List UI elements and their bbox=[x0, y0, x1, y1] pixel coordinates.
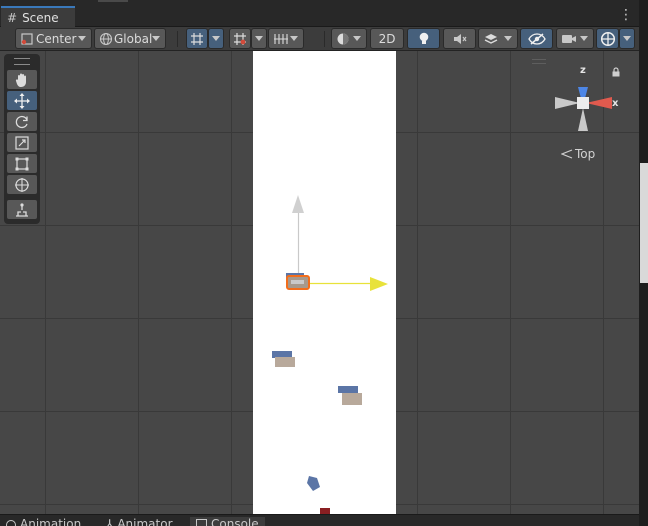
tool-palette bbox=[4, 54, 40, 224]
chevron-down-icon bbox=[504, 36, 512, 41]
grid-snapping-dropdown[interactable] bbox=[208, 28, 224, 49]
scene-objects-layer bbox=[272, 195, 388, 514]
tab-console[interactable]: Console bbox=[190, 517, 265, 526]
scene-object-top bbox=[272, 351, 292, 358]
chevron-down-icon bbox=[580, 36, 588, 41]
move-arrows-icon bbox=[14, 92, 30, 109]
animator-icon: ⅄ bbox=[106, 517, 114, 526]
scene-visibility-toggle[interactable] bbox=[520, 28, 553, 49]
pivot-mode-label: Center bbox=[36, 31, 77, 46]
move-handle-y-arrow bbox=[292, 195, 304, 213]
move-handle-x-arrow bbox=[370, 277, 388, 291]
scale-tool-button[interactable] bbox=[7, 133, 37, 152]
transform-tool-button[interactable] bbox=[7, 175, 37, 194]
chevron-down-icon bbox=[152, 36, 160, 41]
window-strip bbox=[98, 0, 128, 2]
audio-toggle[interactable] bbox=[443, 28, 476, 49]
custom-tool-button[interactable] bbox=[7, 200, 37, 219]
rect-transform-icon bbox=[15, 157, 29, 170]
grid-snapping-toggle[interactable] bbox=[186, 28, 208, 49]
lightbulb-icon bbox=[419, 32, 428, 44]
eye-slash-icon bbox=[527, 32, 546, 45]
scene-object bbox=[342, 393, 362, 405]
move-tool-button[interactable] bbox=[7, 91, 37, 110]
lock-icon[interactable] bbox=[611, 67, 621, 77]
tab-animator[interactable]: ⅄ Animator bbox=[106, 517, 173, 526]
rect-tool-button[interactable] bbox=[7, 154, 37, 173]
globe-icon bbox=[99, 32, 113, 45]
gizmo-axis-x-cone bbox=[586, 97, 612, 109]
chevron-down-icon bbox=[290, 36, 298, 41]
effects-dropdown[interactable] bbox=[478, 28, 518, 49]
grid-settings-icon bbox=[274, 33, 288, 44]
chevron-down-icon bbox=[353, 36, 361, 41]
tab-animation[interactable]: Animation bbox=[6, 517, 81, 526]
perspective-icon bbox=[561, 149, 573, 159]
bottom-tab-bar: Animation ⅄ Animator Console bbox=[0, 514, 639, 526]
transform-icon bbox=[15, 177, 29, 192]
space-mode-dropdown[interactable]: Global bbox=[94, 28, 166, 49]
console-icon bbox=[196, 519, 207, 526]
tool-palette-grip[interactable] bbox=[14, 58, 30, 65]
view-label: Top bbox=[575, 147, 596, 161]
pivot-mode-dropdown[interactable]: Center bbox=[15, 28, 92, 49]
scale-icon bbox=[15, 135, 29, 150]
more-options-icon[interactable]: ⋮ bbox=[619, 6, 633, 24]
gizmo-center-cube bbox=[577, 97, 589, 109]
rotate-tool-button[interactable] bbox=[7, 112, 37, 131]
increment-snap-dropdown[interactable] bbox=[251, 28, 267, 49]
grid-settings-dropdown[interactable] bbox=[268, 28, 304, 49]
tab-animation-label: Animation bbox=[20, 517, 82, 526]
scene-object-top bbox=[338, 386, 358, 393]
chevron-down-icon bbox=[623, 36, 631, 41]
gizmo-axis-x-label: x bbox=[612, 98, 619, 109]
mode-2d-label: 2D bbox=[378, 31, 396, 46]
gizmo-axis-z-label: z bbox=[580, 65, 586, 76]
right-panel-preview bbox=[640, 163, 648, 283]
gizmo-drag-handle[interactable] bbox=[532, 59, 546, 64]
scene-toolbar: Center Global 2D bbox=[0, 27, 639, 51]
gizmo-globe-icon bbox=[600, 31, 615, 46]
chevron-down-icon bbox=[255, 36, 263, 41]
custom-tool-icon bbox=[16, 202, 28, 217]
chevron-down-icon bbox=[78, 36, 86, 41]
chevron-down-icon bbox=[212, 36, 220, 41]
gizmo-axis-neg-z-cone bbox=[578, 108, 588, 131]
tab-bar: # Scene ⋮ bbox=[0, 0, 648, 27]
shaded-sphere-icon bbox=[337, 33, 349, 44]
tab-console-label: Console bbox=[211, 517, 259, 526]
scene-object bbox=[275, 357, 295, 367]
mode-2d-button[interactable]: 2D bbox=[370, 28, 404, 49]
rotate-icon bbox=[15, 115, 28, 128]
hand-tool-button[interactable] bbox=[7, 70, 37, 89]
grid-snap-icon bbox=[191, 32, 203, 45]
scene-object bbox=[307, 476, 320, 491]
grid-increment-icon bbox=[234, 32, 246, 45]
gizmos-toggle[interactable] bbox=[596, 28, 619, 49]
scene-grid-icon: # bbox=[7, 10, 18, 25]
selected-object-face bbox=[291, 280, 304, 284]
tab-animator-label: Animator bbox=[117, 517, 173, 526]
draw-mode-dropdown[interactable] bbox=[331, 28, 367, 49]
lighting-toggle[interactable] bbox=[407, 28, 440, 49]
audio-mute-icon bbox=[453, 33, 466, 44]
tab-scene[interactable]: # Scene bbox=[1, 6, 75, 27]
pivot-icon bbox=[21, 32, 33, 45]
scene-viewport[interactable]: z x Top bbox=[0, 51, 639, 514]
animation-icon bbox=[6, 519, 16, 526]
camera-icon bbox=[562, 34, 576, 43]
camera-settings-dropdown[interactable] bbox=[556, 28, 594, 49]
increment-snap-toggle[interactable] bbox=[229, 28, 251, 49]
effects-layers-icon bbox=[484, 33, 498, 44]
gizmos-dropdown[interactable] bbox=[619, 28, 635, 49]
toolbar-separator bbox=[324, 31, 325, 47]
view-projection-toggle[interactable]: Top bbox=[561, 146, 605, 162]
tab-scene-label: Scene bbox=[22, 10, 59, 25]
toolbar-separator bbox=[177, 31, 178, 47]
hand-icon bbox=[15, 73, 26, 87]
space-mode-label: Global bbox=[114, 31, 153, 46]
gizmo-axis-neg-x-cone bbox=[555, 97, 580, 109]
